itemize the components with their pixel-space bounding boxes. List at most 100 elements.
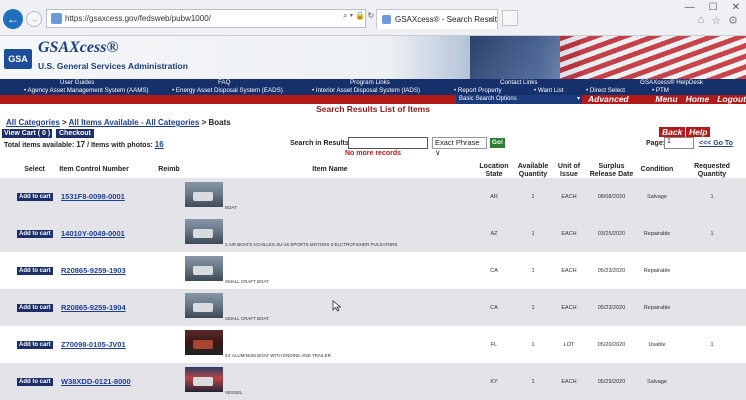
go-button[interactable]: Go!: [490, 138, 505, 148]
item-control-number-link[interactable]: R20865-9259-1904: [61, 303, 126, 312]
item-control-number-link[interactable]: W38XDD-0121-8000: [61, 377, 131, 386]
tab-favicon-icon: [382, 15, 391, 24]
surplus-release-date: 03/25/2020: [597, 231, 626, 237]
add-to-cart-button[interactable]: Add to cart: [17, 230, 53, 238]
nav-user-guides[interactable]: User Guides: [60, 79, 94, 86]
home-icon[interactable]: ⌂: [698, 14, 705, 27]
col-location: Location State: [479, 163, 509, 178]
location-state: CA: [490, 268, 498, 274]
add-to-cart-button[interactable]: Add to cart: [17, 193, 53, 201]
banner-flag-image: [560, 36, 746, 79]
help-button[interactable]: Help: [686, 127, 711, 137]
nav-contact-links[interactable]: Contact Links: [500, 79, 538, 86]
gsa-logo[interactable]: GSA: [4, 49, 32, 69]
nav-ptm[interactable]: • PTM: [652, 87, 669, 94]
address-bar[interactable]: https://gsaxcess.gov/fedsweb/pubw1000/: [46, 9, 366, 28]
add-to-cart-button[interactable]: Add to cart: [17, 341, 53, 349]
site-title[interactable]: GSAXcess®: [38, 39, 118, 57]
tab-close-icon[interactable]: ×: [488, 14, 493, 24]
available-quantity: 1: [531, 268, 535, 274]
condition: Repairable: [643, 231, 671, 237]
available-quantity: 1: [531, 194, 535, 200]
add-to-cart-button[interactable]: Add to cart: [17, 304, 53, 312]
nav-program-links[interactable]: Program Links: [350, 79, 390, 86]
new-tab-button[interactable]: [502, 10, 518, 26]
requested-quantity: 1: [710, 194, 714, 200]
address-tools[interactable]: ⌕ ▾ 🔒 ↻: [343, 11, 374, 21]
item-photo[interactable]: [185, 293, 223, 318]
browser-chrome: ← → https://gsaxcess.gov/fedsweb/pubw100…: [0, 0, 746, 36]
location-state: AZ: [490, 231, 498, 237]
unit-of-issue: EACH: [561, 231, 577, 237]
item-photo[interactable]: [185, 367, 223, 392]
forward-arrow-icon[interactable]: →: [26, 11, 42, 27]
nav-want-list[interactable]: • Want List: [534, 87, 563, 94]
minimize-icon[interactable]: —: [685, 2, 695, 13]
page-label: Page:: [646, 140, 666, 147]
item-control-number-link[interactable]: R20865-9259-1903: [61, 266, 126, 275]
nav-aams[interactable]: • Agency Asset Management System (AAMS): [24, 87, 149, 94]
item-photo[interactable]: [185, 182, 223, 207]
nav-faq[interactable]: FAQ: [218, 79, 230, 86]
breadcrumb-separator: >: [59, 118, 69, 127]
breadcrumb-all-categories[interactable]: All Categories: [6, 118, 60, 127]
breadcrumb-all-items[interactable]: All Items Available - All Categories: [69, 118, 200, 127]
surplus-release-date: 08/08/2020: [597, 194, 626, 200]
item-control-number-link[interactable]: Z70098-0105-JV01: [61, 340, 126, 349]
checkout-button[interactable]: Checkout: [56, 129, 94, 138]
match-type-select[interactable]: Exact Phrase ∨: [432, 137, 487, 157]
totals-label: Total items available:: [4, 142, 77, 149]
add-to-cart-button[interactable]: Add to cart: [17, 378, 53, 386]
item-photo[interactable]: [185, 219, 223, 244]
favorites-star-icon[interactable]: ☆: [711, 14, 721, 27]
address-url[interactable]: https://gsaxcess.gov/fedsweb/pubw1000/: [65, 14, 211, 23]
unit-of-issue: LOT: [563, 342, 575, 348]
unit-of-issue: EACH: [561, 268, 577, 274]
surplus-release-date: 05/23/2020: [597, 305, 626, 311]
no-more-records-message: No more records: [344, 150, 402, 157]
unit-of-issue: EACH: [561, 379, 577, 385]
breadcrumb-current: Boats: [208, 118, 231, 127]
available-quantity: 1: [531, 342, 535, 348]
item-name: SMALL CRAFT BOAT: [225, 279, 269, 284]
totals-summary: Total items available: 17 / Items with p…: [4, 140, 164, 149]
location-state: AR: [490, 194, 498, 200]
condition: Salvage: [647, 379, 667, 385]
nav-report-property[interactable]: • Report Property: [454, 87, 502, 94]
item-control-number-link[interactable]: 14010Y-0049-0001: [61, 229, 125, 238]
photos-count-link[interactable]: 16: [155, 140, 164, 149]
col-condition: Condition: [640, 166, 674, 173]
close-window-icon[interactable]: ✕: [732, 2, 740, 13]
table-row: Add to cart W38XDD-0121-8000 VESSEL KY 1…: [0, 363, 746, 400]
maximize-icon[interactable]: ☐: [709, 2, 718, 13]
available-quantity: 1: [531, 231, 535, 237]
item-name: VESSEL: [225, 390, 243, 395]
back-button[interactable]: Back: [659, 127, 686, 137]
col-item-control-number: Item Control Number: [59, 166, 129, 173]
toolbar-icons: ⌂ ☆ ⚙: [698, 14, 738, 27]
col-requested: Requested Quantity: [694, 163, 730, 178]
item-photo[interactable]: [185, 330, 223, 355]
settings-gear-icon[interactable]: ⚙: [728, 14, 738, 27]
browser-tab[interactable]: GSAXcess® - Search Result... ×: [376, 9, 498, 29]
available-quantity: 1: [531, 379, 535, 385]
view-cart-button[interactable]: View Cart ( 0 ): [2, 129, 53, 138]
nav-iads[interactable]: • Interior Asset Disposal System (IADS): [312, 87, 420, 94]
search-options-select[interactable]: Basic Search Options ▾: [456, 95, 582, 104]
nav-eads[interactable]: • Energy Asset Disposal System (EADS): [172, 87, 283, 94]
go-to-page-link[interactable]: <<< Go To: [699, 140, 733, 147]
unit-of-issue: EACH: [561, 194, 577, 200]
nav-direct-select[interactable]: • Direct Select: [586, 87, 625, 94]
item-name: 24' ALUMINUM BOAT WITH ENGINE AND TRAILE…: [225, 353, 331, 358]
col-available: Available Quantity: [517, 163, 549, 178]
back-arrow-icon[interactable]: ←: [3, 9, 23, 29]
page-number-input[interactable]: 1: [664, 137, 694, 149]
item-photo[interactable]: [185, 256, 223, 281]
item-name: 2 AIR BOATS ACHILLES SU-16 SPORTS MOTORS…: [225, 242, 398, 247]
table-row: Add to cart R20865-9259-1903 SMALL CRAFT…: [0, 252, 746, 289]
search-in-results-input[interactable]: [348, 137, 428, 149]
add-to-cart-button[interactable]: Add to cart: [17, 267, 53, 275]
breadcrumb: All Categories > All Items Available - A…: [6, 118, 231, 127]
item-control-number-link[interactable]: 1531F8-0098-0001: [61, 192, 125, 201]
nav-helpdesk[interactable]: GSAXcess® HelpDesk: [640, 79, 703, 86]
